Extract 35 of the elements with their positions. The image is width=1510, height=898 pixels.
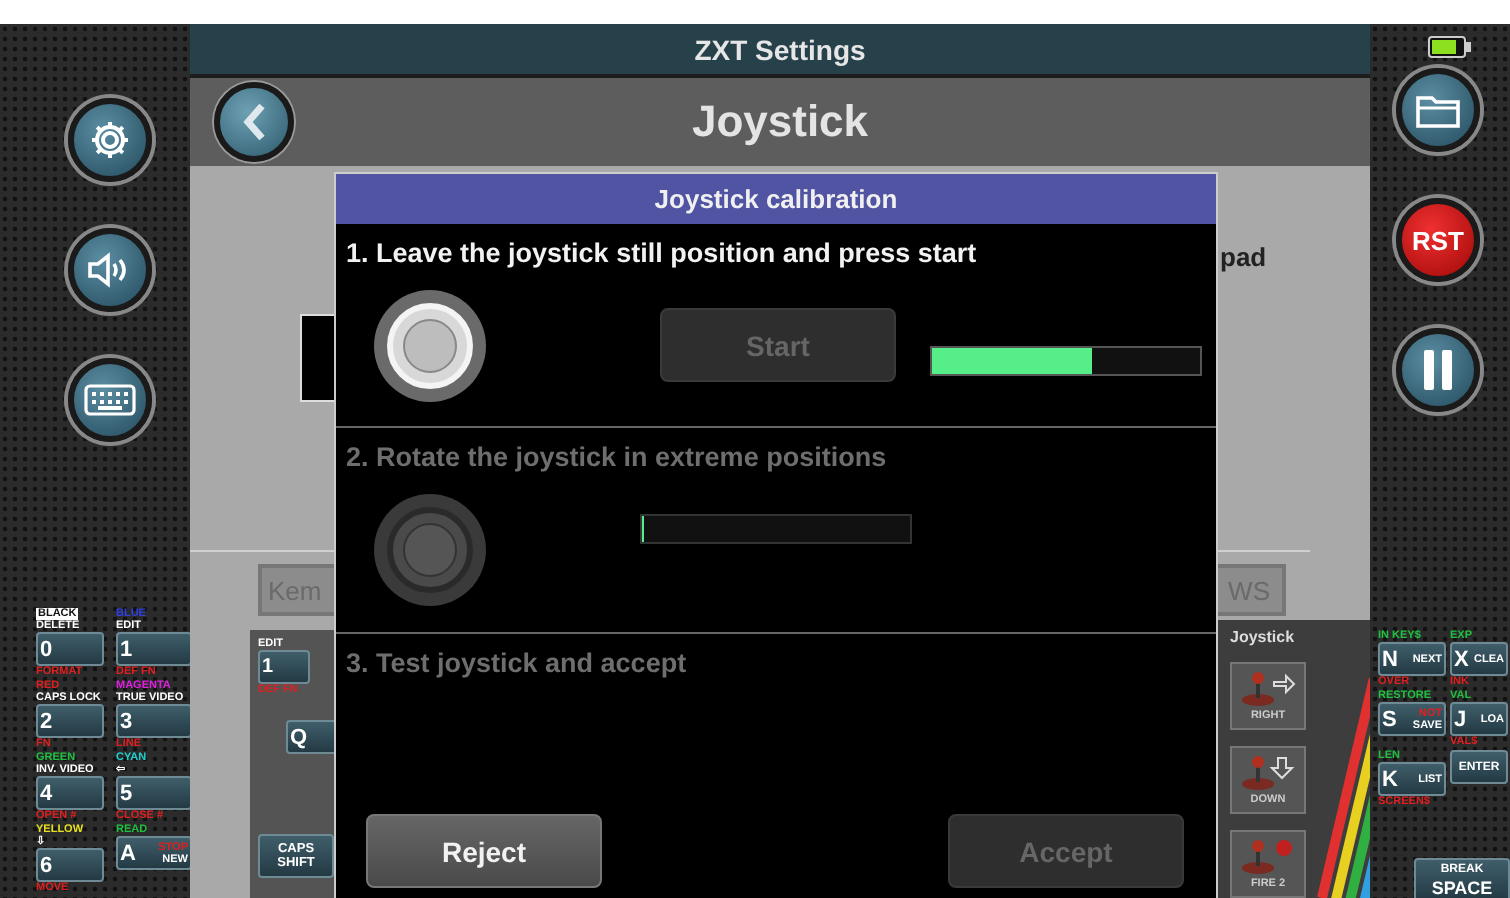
back-chevron-icon bbox=[242, 102, 266, 142]
dialog-button[interactable]: Reject bbox=[366, 814, 602, 888]
keyboard-key[interactable]: 5 bbox=[116, 776, 192, 810]
folder-button[interactable] bbox=[1396, 68, 1480, 152]
joystick-icon bbox=[1240, 754, 1296, 790]
battery-icon bbox=[1428, 36, 1472, 58]
keyboard-key[interactable]: 6 bbox=[36, 848, 104, 882]
step-instruction: 1. Leave the joystick still position and press start bbox=[346, 238, 977, 268]
pause-button[interactable] bbox=[1396, 328, 1480, 412]
settings-button[interactable] bbox=[68, 98, 152, 182]
reset-button[interactable]: RST bbox=[1396, 198, 1480, 282]
pause-icon bbox=[1422, 348, 1454, 392]
sound-button[interactable] bbox=[68, 228, 152, 312]
keyboard-key[interactable]: 1 bbox=[116, 632, 192, 666]
joystick-icon bbox=[1240, 670, 1296, 706]
step-instruction: 3. Test joystick and accept bbox=[346, 648, 687, 678]
keyboard-key[interactable]: 4 bbox=[36, 776, 104, 810]
panel-title: Joystick bbox=[1230, 628, 1295, 646]
window-title: ZXT Settings bbox=[190, 24, 1370, 74]
joystick-knob-icon bbox=[372, 288, 488, 404]
joystick-knob-icon bbox=[372, 492, 488, 608]
heading-fragment: pad bbox=[1220, 242, 1267, 272]
dialog-title: Joystick calibration bbox=[336, 174, 1216, 224]
keyboard-key[interactable]: 0 bbox=[36, 632, 104, 666]
page-title: Joystick bbox=[691, 96, 869, 148]
step-instruction: 2. Rotate the joystick in extreme positions bbox=[346, 442, 887, 472]
keyboard-button[interactable] bbox=[68, 358, 152, 442]
keyboard-key[interactable]: 1 bbox=[258, 650, 310, 684]
folder-icon bbox=[1414, 90, 1462, 130]
settings-icon bbox=[88, 118, 132, 162]
keyboard-key[interactable]: 3 bbox=[116, 704, 192, 738]
keyboard-icon bbox=[84, 384, 136, 416]
keyboard-key[interactable]: 2 bbox=[36, 704, 104, 738]
back-button[interactable] bbox=[214, 82, 294, 162]
joystick-icon bbox=[1240, 838, 1296, 874]
